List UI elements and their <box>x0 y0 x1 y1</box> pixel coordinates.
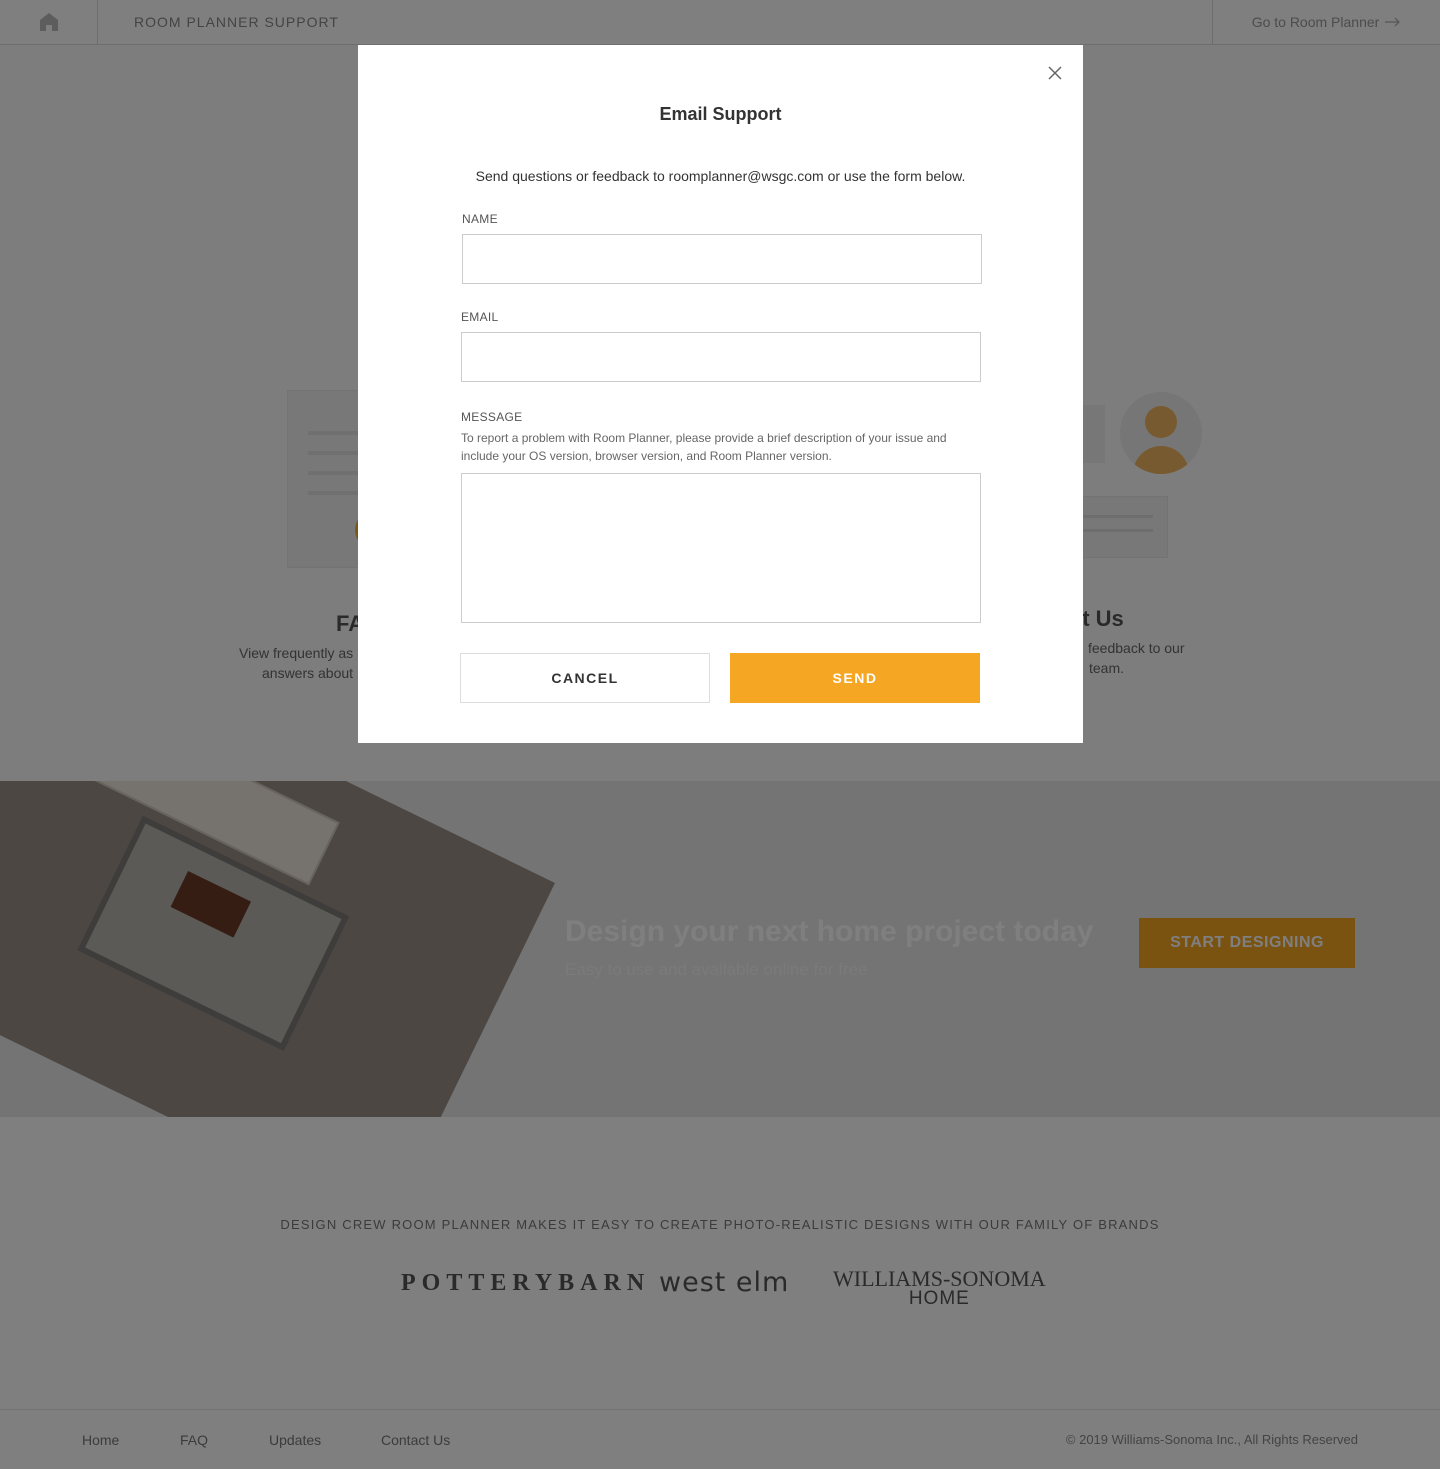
email-input[interactable] <box>461 332 981 382</box>
cancel-button[interactable]: CANCEL <box>460 653 710 703</box>
dialog-title: Email Support <box>659 104 782 124</box>
name-input[interactable] <box>462 234 982 284</box>
message-label: MESSAGE <box>461 410 523 424</box>
email-label: EMAIL <box>461 310 499 324</box>
message-textarea[interactable] <box>461 473 981 623</box>
name-label: NAME <box>462 212 498 226</box>
email-support-dialog <box>358 45 1083 743</box>
close-dialog-button[interactable] <box>1045 63 1065 83</box>
send-button[interactable]: SEND <box>730 653 980 703</box>
dialog-intro-text: Send questions or feedback to roomplanne… <box>475 168 966 184</box>
message-help-text: To report a problem with Room Planner, p… <box>461 431 947 463</box>
close-icon <box>1048 66 1062 80</box>
